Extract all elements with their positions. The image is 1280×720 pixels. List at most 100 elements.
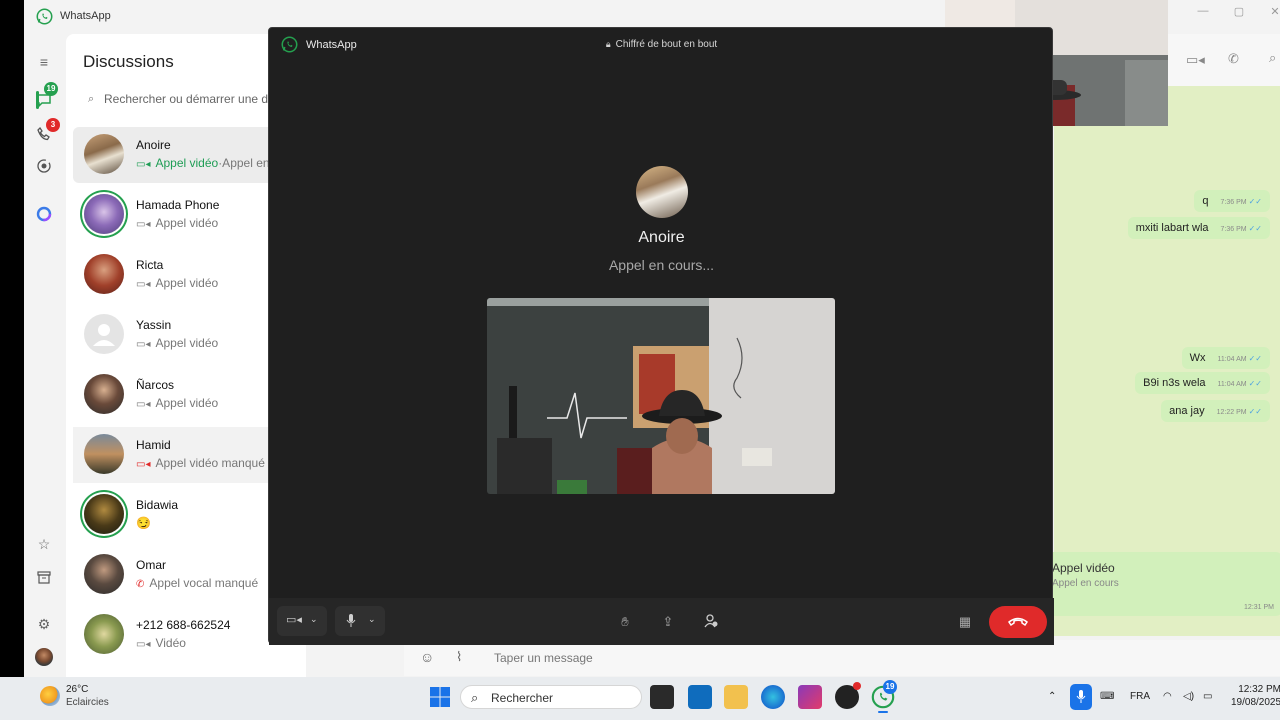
calls-badge: 3 — [46, 118, 60, 132]
call-controls: ▭◂ ⌄ ⌄ ✋︎ ⇪ ▦ — [269, 598, 1054, 645]
game-app-icon[interactable] — [835, 682, 861, 709]
avatar — [84, 614, 124, 654]
missed-video-icon: ▭◂ — [136, 459, 151, 470]
weather-icon[interactable] — [40, 686, 60, 706]
emoji-icon[interactable]: ☺ — [420, 649, 434, 665]
read-check-icon: ✓✓ — [1248, 354, 1262, 363]
chat-list-title: Discussions — [83, 52, 174, 71]
notification-dot — [853, 682, 861, 690]
voice-typing-mic-icon[interactable] — [1070, 684, 1092, 710]
clock[interactable]: 12:32 PM 19/08/2025 — [1231, 684, 1280, 708]
search-icon: ⌕ — [88, 93, 95, 105]
search-placeholder: Rechercher ou démarrer une dis — [104, 92, 277, 106]
video-icon: ▭◂ — [136, 159, 151, 170]
active-indicator — [36, 91, 39, 109]
encryption-notice: 🔒︎ Chiffré de bout en bout — [269, 39, 1054, 50]
menu-icon[interactable]: ≡ — [34, 52, 54, 72]
message-composer[interactable]: ☺ ⌇ Taper un message 🎙 — [404, 640, 1280, 676]
chat-preview: 😏 — [136, 516, 151, 530]
task-view-icon[interactable] — [650, 685, 674, 709]
message-text: q — [1202, 195, 1209, 207]
missed-voice-icon: ✆ — [136, 579, 145, 590]
chat-name: Ricta — [136, 258, 164, 272]
chat-name: Hamid — [136, 438, 171, 452]
add-participant-icon[interactable] — [701, 614, 721, 631]
chat-preview-text: Appel vidéo — [155, 216, 219, 230]
windows-start-icon[interactable] — [430, 687, 450, 707]
status-icon[interactable] — [34, 156, 54, 176]
message-bubble: mxiti labart wla 7:36 PM ✓✓ — [1127, 217, 1270, 239]
minimize-button[interactable]: — — [1188, 5, 1218, 17]
close-button[interactable]: ✕ — [1260, 5, 1280, 18]
calls-icon[interactable]: 3 — [34, 118, 60, 144]
message-input[interactable]: Taper un message — [494, 651, 593, 665]
archive-icon[interactable] — [34, 567, 54, 587]
chat-preview: ▭◂ Appel vidéo — [136, 276, 218, 290]
attach-icon[interactable]: ⌇ — [456, 649, 462, 665]
camera-toggle-button[interactable]: ▭◂ ⌄ — [277, 606, 327, 636]
chat-preview-prefix: Appel vidéo — [155, 156, 219, 170]
settings-gear-icon[interactable]: ⚙ — [34, 614, 54, 634]
chat-name: Bidawia — [136, 498, 179, 512]
call-card[interactable]: Appel vidéo Appel en cours 12:31 PM — [1044, 552, 1280, 616]
starred-icon[interactable]: ☆ — [34, 534, 54, 554]
battery-icon[interactable]: ▭ — [1203, 691, 1212, 702]
search-icon[interactable]: ⌕ — [1269, 50, 1276, 66]
message-time: 11:04 AM — [1217, 381, 1247, 388]
chat-name: Anoire — [136, 138, 171, 152]
microphone-toggle-button[interactable]: ⌄ — [335, 606, 385, 636]
video-call-icon[interactable]: ▭◂ — [1186, 52, 1205, 68]
raise-hand-icon[interactable]: ✋︎ — [615, 614, 635, 630]
app-title: WhatsApp — [60, 10, 111, 22]
keyboard-icon[interactable]: ⌨ — [1100, 691, 1114, 702]
read-check-icon: ✓✓ — [1248, 379, 1262, 388]
layout-grid-icon[interactable]: ▦ — [955, 614, 975, 630]
volume-icon[interactable]: ◁) — [1183, 691, 1194, 702]
weather-temperature[interactable]: 26°C — [66, 684, 88, 695]
outlook-icon[interactable] — [688, 685, 712, 709]
avatar — [84, 254, 124, 294]
edge-browser-icon[interactable] — [761, 685, 785, 709]
call-status: Appel en cours... — [608, 257, 715, 273]
call-card-status: Appel en cours — [1052, 578, 1119, 589]
clock-date: 19/08/2025 — [1231, 697, 1280, 708]
call-window: WhatsApp 🔒︎ Chiffré de bout en bout Anoir… — [268, 27, 1054, 645]
whatsapp-taskbar-icon[interactable]: 19 — [871, 680, 897, 713]
chat-preview: ▭◂ Appel vidéo manqué — [136, 456, 265, 470]
call-card-time: 12:31 PM — [1244, 604, 1274, 611]
message-bubble: B9i n3s wela 11:04 AM ✓✓ — [1135, 372, 1270, 394]
app-icon[interactable] — [798, 685, 822, 709]
meta-ai-icon[interactable] — [34, 204, 54, 224]
end-call-button[interactable] — [989, 606, 1047, 638]
lock-icon: 🔒︎ — [605, 39, 611, 49]
avatar — [84, 554, 124, 594]
whatsapp-badge: 19 — [883, 680, 897, 694]
wifi-icon[interactable]: ◠ — [1163, 691, 1172, 702]
taskbar-search[interactable]: ⌕ Rechercher — [460, 685, 642, 709]
chevron-up-icon[interactable]: ⌃ — [1048, 691, 1056, 702]
chevron-down-icon[interactable]: ⌄ — [368, 614, 376, 625]
avatar — [84, 374, 124, 414]
chat-name: Omar — [136, 558, 166, 572]
chat-preview-text: Appel vidéo — [155, 396, 219, 410]
call-header: WhatsApp 🔒︎ Chiffré de bout en bout — [269, 28, 1054, 62]
chevron-down-icon[interactable]: ⌄ — [310, 614, 318, 625]
chat-preview-text: Appel vidéo — [155, 336, 219, 350]
read-check-icon: ✓✓ — [1248, 407, 1262, 416]
read-check-icon: ✓✓ — [1248, 224, 1262, 233]
chat-name: Hamada Phone — [136, 198, 220, 212]
call-contact-name: Anoire — [638, 229, 685, 246]
profile-avatar[interactable] — [35, 648, 53, 666]
voice-call-icon[interactable]: ✆ — [1228, 51, 1239, 67]
video-icon: ▭◂ — [136, 399, 151, 410]
share-screen-icon[interactable]: ⇪ — [658, 614, 678, 630]
maximize-button[interactable]: ▢ — [1224, 5, 1254, 18]
chat-name: Ñarcos — [136, 378, 175, 392]
chat-name: Yassin — [136, 318, 172, 332]
read-check-icon: ✓✓ — [1248, 197, 1262, 206]
microphone-icon — [346, 614, 356, 627]
language-indicator[interactable]: FRA — [1130, 691, 1150, 702]
weather-description[interactable]: Eclaircies — [66, 697, 109, 708]
search-icon: ⌕ — [471, 690, 479, 705]
file-explorer-icon[interactable] — [724, 685, 748, 709]
